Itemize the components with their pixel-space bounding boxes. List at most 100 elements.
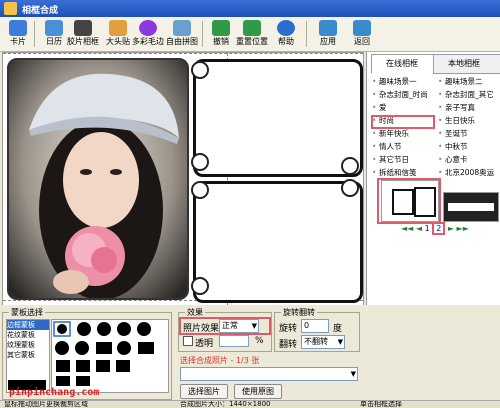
guide-top (3, 53, 363, 54)
photo-frame[interactable] (7, 58, 189, 300)
toolbar-divider (202, 21, 203, 47)
reset-icon (243, 20, 261, 36)
pager-first[interactable]: ◄◄ (401, 224, 413, 233)
pager-next[interactable]: ► (448, 224, 454, 233)
tab-local-label: 本地相框 (448, 59, 480, 68)
rotate-title: 旋转翻转 (281, 307, 317, 318)
effect-group: 效果 照片效果 正常 ▼ 透明 % (178, 307, 272, 352)
binder-ring (191, 153, 209, 171)
photo-path-select[interactable]: ▼ (180, 367, 358, 381)
pager-page-2[interactable]: 2 (432, 222, 446, 235)
pager-last[interactable]: ►► (457, 224, 469, 233)
film-frame-label: 胶片相框 (67, 37, 99, 46)
rotate-value: 0 (304, 321, 310, 330)
frame-category-item[interactable]: 趣味场景二 (437, 76, 500, 87)
frame-category-item[interactable]: 北京2008奥运 (437, 167, 500, 178)
undo-label: 撤销 (213, 37, 229, 46)
percent-label: % (255, 336, 264, 346)
rotate-unit: 度 (333, 324, 343, 334)
film-icon (74, 20, 92, 36)
film-frame-button[interactable]: 胶片相框 (67, 18, 99, 50)
binder-ring (341, 157, 359, 175)
sticker-button[interactable]: 大头贴 (102, 18, 134, 50)
highlight-effect (179, 317, 271, 335)
frame-category-item[interactable]: 生日快乐 (437, 115, 500, 126)
apply-button[interactable]: 应用 (312, 18, 344, 50)
free-puzzle-label: 自由拼图 (166, 37, 198, 46)
puzzle-icon (173, 20, 191, 36)
back-icon (353, 20, 371, 36)
mask-category-item[interactable]: 花纹蒙板 (7, 330, 49, 340)
undo-icon (212, 20, 230, 36)
photo-slot-top[interactable] (193, 59, 363, 177)
card-button[interactable]: 卡片 (2, 18, 34, 50)
toolbar-divider (306, 21, 307, 47)
frame-category-item[interactable]: 爱 (371, 102, 437, 113)
frame-category-item[interactable]: 杂志封面_其它 (437, 89, 500, 100)
apply-icon (319, 20, 337, 36)
back-label: 返回 (354, 37, 370, 46)
binder-ring (341, 179, 359, 197)
mask-title: 蒙板选择 (9, 307, 45, 318)
sticker-label: 大头贴 (106, 37, 130, 46)
calendar-button[interactable]: 日历 (38, 18, 70, 50)
bottom-panel: 蒙板选择 边框蒙板 花纹蒙板 纹理蒙板 其它蒙板 pinpinchang.com (0, 305, 500, 407)
help-button[interactable]: 帮助 (270, 18, 302, 50)
window-title: 相框合成 (22, 6, 59, 16)
frame-category-item[interactable]: 亲子写真 (437, 102, 500, 113)
toolbar-divider (34, 21, 35, 47)
mask-category-list[interactable]: 边框蒙板 花纹蒙板 纹理蒙板 其它蒙板 (6, 319, 50, 393)
frame-category-item[interactable]: 拆纸和信笺 (371, 167, 437, 178)
frame-category-item[interactable]: 情人节 (371, 141, 437, 152)
portrait-photo (9, 60, 187, 298)
mask-category-item[interactable]: 纹理蒙板 (7, 340, 49, 350)
app-icon (4, 2, 17, 15)
colorful-edge-label: 多彩毛边 (132, 37, 164, 46)
flip-select[interactable]: 不翻转 ▼ (301, 335, 345, 349)
flip-select-value: 不翻转 (304, 337, 328, 346)
transparency-input[interactable] (219, 335, 249, 347)
frame-category-item[interactable]: 其它节日 (371, 154, 437, 165)
photo-slot-bottom[interactable] (193, 181, 363, 303)
frame-category-item[interactable]: 趣味场景一 (371, 76, 437, 87)
pager-prev[interactable]: ◄ (416, 224, 422, 233)
watermark-text: pinpinchang.com (9, 387, 100, 398)
frame-library-panel: 在线相框 本地相框 趣味场景一趣味场景二杂志封面_时尚杂志封面_其它爱亲子写真时… (366, 52, 500, 307)
frame-category-item[interactable]: 心意卡 (437, 154, 500, 165)
select-photo-title: 选择合成照片 - 1/3 张 (180, 356, 260, 365)
free-puzzle-button[interactable]: 自由拼图 (166, 18, 198, 50)
pager: ◄◄ ◄ 1 2 ► ►► (401, 222, 471, 235)
rotate-stepper[interactable]: 0 (301, 319, 329, 333)
help-icon (277, 20, 295, 36)
select-image-button[interactable]: 选择图片 (180, 384, 228, 399)
highlight-thumbnail (377, 178, 441, 224)
frame-category-item[interactable]: 新年快乐 (371, 128, 437, 139)
calendar-label: 日历 (46, 37, 62, 46)
tab-online-label: 在线相框 (386, 59, 418, 68)
reset-position-label: 重置位置 (236, 37, 268, 46)
mask-category-item[interactable]: 边框蒙板 (7, 320, 49, 330)
flower-icon (139, 20, 157, 36)
help-label: 帮助 (278, 37, 294, 46)
transparent-label: 透明 (195, 339, 214, 349)
chevron-down-icon: ▼ (350, 370, 356, 378)
rotate-label: 旋转 (279, 324, 298, 334)
mask-shapes-grid[interactable] (51, 319, 169, 393)
editing-canvas[interactable] (2, 52, 364, 306)
card-label: 卡片 (10, 37, 26, 46)
binder-ring (191, 61, 209, 79)
back-button[interactable]: 返回 (346, 18, 378, 50)
pager-page-1[interactable]: 1 (425, 224, 430, 233)
binder-ring (191, 277, 209, 295)
transparent-checkbox[interactable] (183, 336, 193, 346)
tab-local-frames[interactable]: 本地相框 (433, 54, 500, 74)
frame-category-item[interactable]: 中秋节 (437, 141, 500, 152)
colorful-edge-button[interactable]: 多彩毛边 (132, 18, 164, 50)
reset-position-button[interactable]: 重置位置 (236, 18, 268, 50)
frame-category-item[interactable]: 圣诞节 (437, 128, 500, 139)
use-original-button[interactable]: 使用原图 (234, 384, 282, 399)
mask-category-item[interactable]: 其它蒙板 (7, 350, 49, 360)
frame-category-item[interactable]: 杂志封面_时尚 (371, 89, 437, 100)
undo-button[interactable]: 撤销 (205, 18, 237, 50)
frame-thumbnail-film[interactable] (443, 192, 499, 222)
